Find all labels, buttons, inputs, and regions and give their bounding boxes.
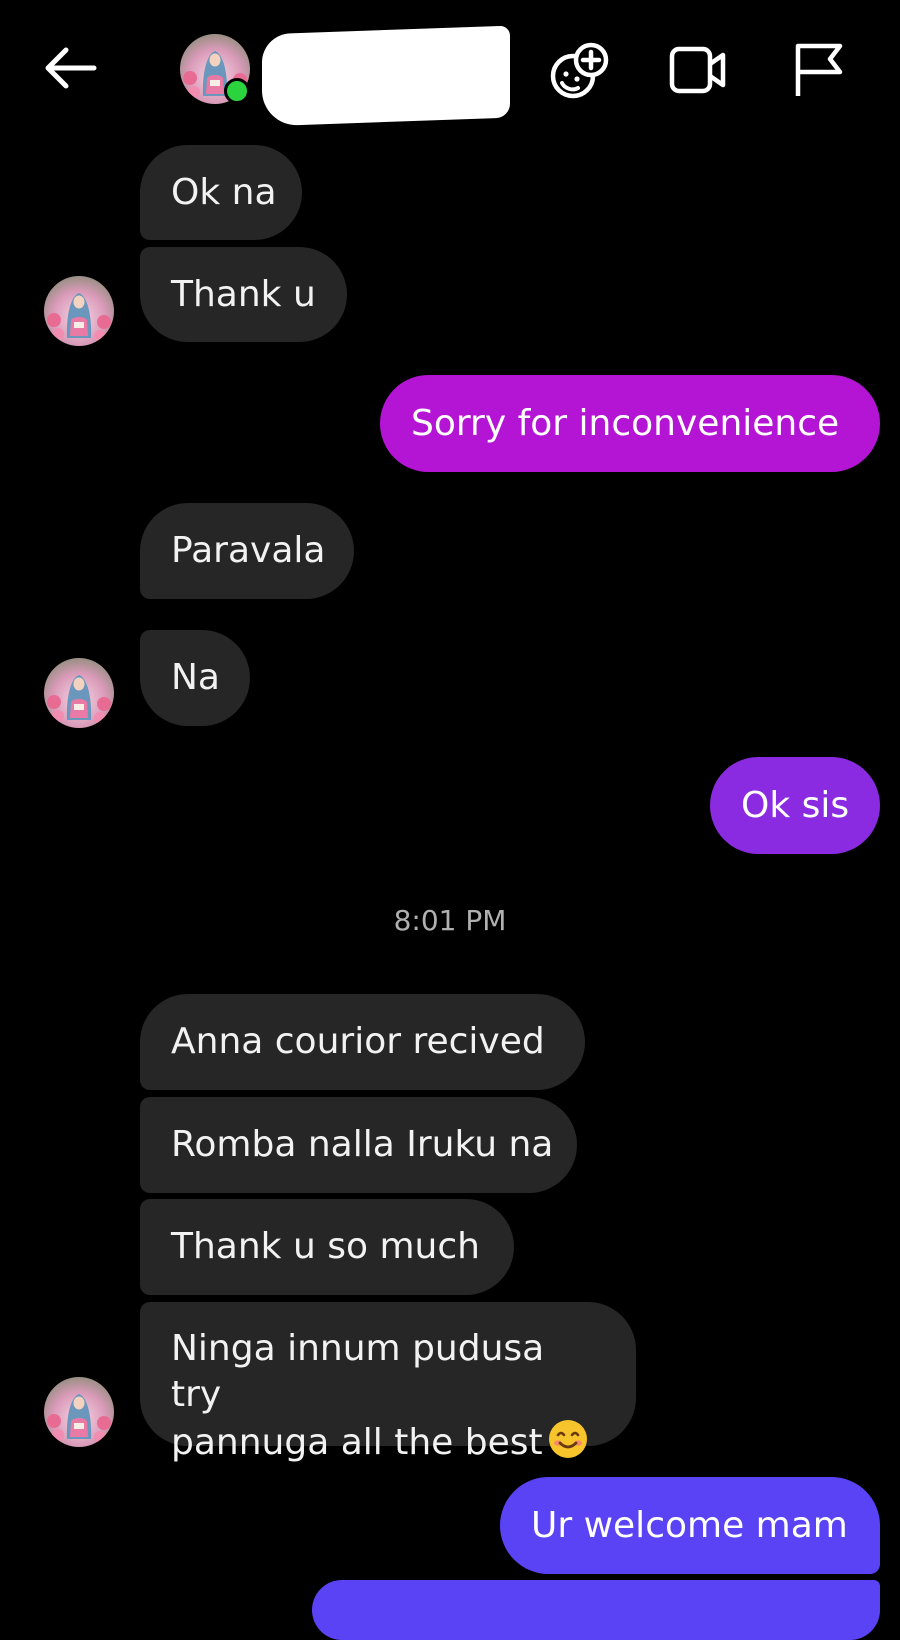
chat-header (0, 0, 900, 140)
message-bubble-outgoing[interactable]: Sorry for inconvenience (380, 375, 880, 472)
message-bubble-incoming[interactable]: Paravala (140, 503, 354, 599)
message-text-line: pannuga all the best (171, 1418, 605, 1466)
message-bubble-outgoing[interactable]: Ok sis (710, 757, 880, 854)
message-text: Sorry for inconvenience (411, 402, 840, 444)
back-arrow-icon (45, 47, 97, 89)
video-call-icon (669, 46, 726, 94)
video-call-button[interactable] (665, 38, 735, 102)
sender-avatar[interactable] (44, 276, 114, 346)
message-text: Ur welcome mam (531, 1504, 848, 1546)
message-bubble-outgoing[interactable]: Ur welcome mam (500, 1477, 880, 1574)
message-bubble-incoming[interactable]: Anna courior recived (140, 994, 585, 1090)
message-timestamp: 8:01 PM (393, 904, 507, 937)
message-bubble-outgoing-partial[interactable] (312, 1580, 880, 1640)
message-text: Anna courior recived (171, 1021, 545, 1062)
online-status-indicator (224, 78, 250, 104)
message-bubble-incoming[interactable]: Thank u (140, 247, 347, 342)
effects-icon (550, 42, 609, 99)
message-bubble-incoming[interactable]: Na (140, 630, 250, 726)
message-text: Thank u so much (171, 1226, 480, 1267)
effects-button[interactable] (546, 38, 616, 102)
message-text: Thank u (171, 273, 316, 315)
message-bubble-incoming[interactable]: Ninga innum pudusa try pannuga all the b… (140, 1302, 636, 1463)
message-bubble-incoming[interactable]: Ok na (140, 145, 302, 240)
sender-avatar[interactable] (44, 658, 114, 728)
contact-avatar[interactable] (180, 34, 250, 104)
message-text: Romba nalla Iruku na (171, 1124, 554, 1165)
redacted-contact-name (262, 25, 510, 127)
message-text: Ninga innum pudusa try pannuga all the b… (171, 1326, 605, 1466)
message-bubble-incoming[interactable]: Thank u so much (140, 1199, 514, 1295)
message-text: Paravala (171, 530, 326, 571)
back-button[interactable] (38, 40, 102, 96)
message-text: Na (171, 657, 220, 698)
report-button[interactable] (784, 38, 854, 102)
message-text: Ok sis (741, 784, 850, 826)
message-text-line: Ninga innum pudusa try (171, 1328, 545, 1415)
sender-avatar[interactable] (44, 1377, 114, 1447)
report-flag-icon (795, 43, 843, 96)
message-bubble-incoming[interactable]: Romba nalla Iruku na (140, 1097, 577, 1193)
message-text: Ok na (171, 171, 277, 213)
smiling-face-emoji-icon (548, 1420, 587, 1458)
